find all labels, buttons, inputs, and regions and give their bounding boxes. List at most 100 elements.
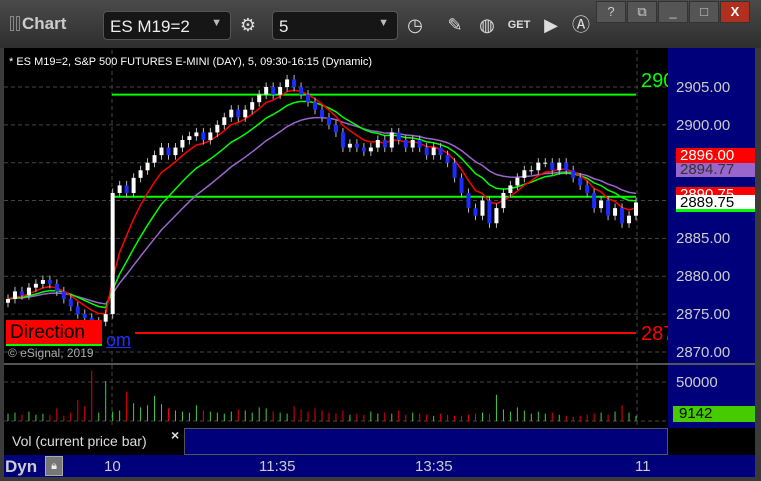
candle-body <box>61 291 66 299</box>
candle-body <box>12 291 17 299</box>
price-tick: 2880.00 <box>676 268 731 285</box>
price-tick: 2905.00 <box>676 79 731 96</box>
candle-body <box>382 139 387 148</box>
candle-body <box>110 192 115 315</box>
moving-average-line <box>7 89 637 315</box>
candle-body <box>333 124 338 133</box>
candle-body <box>236 109 241 118</box>
purple-price-tag: 2894.77 <box>676 162 755 177</box>
price-tick: 2875.00 <box>676 306 731 323</box>
line-label-top: 290 <box>641 70 668 92</box>
volume-last-tag: 9142 <box>673 406 755 422</box>
line-label-bottom: 287 <box>641 323 668 345</box>
candle-body <box>445 155 450 163</box>
candle-body <box>229 109 234 118</box>
candle-body <box>326 117 331 125</box>
candle-body <box>166 147 171 156</box>
candle-body <box>585 185 590 193</box>
lock-icon[interactable]: 🔒︎ <box>45 456 63 476</box>
candle-body <box>564 162 569 171</box>
candle-body <box>103 314 108 322</box>
candle-body <box>215 124 220 133</box>
last-price-tag: 2889.75 <box>676 195 755 212</box>
candle-body <box>285 79 290 87</box>
candle-body <box>403 139 408 148</box>
volume-legend-text: Vol (current price bar) <box>12 433 147 449</box>
candle-body <box>271 87 276 95</box>
volume-tick: 50000 <box>676 374 718 391</box>
candle-body <box>159 147 164 156</box>
candle-body <box>222 117 227 125</box>
candle-body <box>634 202 638 216</box>
time-label: 11:35 <box>259 458 296 475</box>
candle-body <box>536 162 541 171</box>
close-icon[interactable]: × <box>171 427 179 443</box>
time-label: 10 <box>104 458 121 475</box>
time-label: 11 <box>635 458 651 475</box>
legend-bar <box>184 428 668 455</box>
candle-body <box>550 162 555 171</box>
candle-body <box>173 147 178 156</box>
candle-body <box>452 162 457 178</box>
candle-body <box>417 139 422 148</box>
candle-body <box>75 306 80 315</box>
candle-body <box>578 177 583 186</box>
candle-body <box>515 177 520 186</box>
candle-body <box>19 291 24 296</box>
price-tick: 2900.00 <box>676 117 731 134</box>
candle-body <box>494 208 499 224</box>
time-label: 13:35 <box>415 458 453 475</box>
candle-body <box>54 283 59 292</box>
candle-body <box>320 109 324 118</box>
candle-body <box>410 139 415 148</box>
volume-legend: Vol (current price bar) <box>4 428 184 455</box>
candle-body <box>375 139 380 148</box>
candle-body <box>194 132 199 137</box>
candle-body <box>389 132 394 148</box>
candle-body <box>292 79 297 87</box>
candle-body <box>431 147 436 156</box>
candle-body <box>6 298 10 303</box>
candle-body <box>522 170 527 178</box>
candle-body <box>613 208 618 216</box>
candle-body <box>473 208 478 216</box>
candle-body <box>82 314 87 318</box>
dyn-button[interactable]: Dyn <box>5 457 37 477</box>
candle-body <box>278 87 283 95</box>
candle-body <box>599 200 604 209</box>
candle-body <box>620 208 625 224</box>
candle-body <box>299 87 304 95</box>
candle-body <box>187 136 192 140</box>
candle-body <box>459 177 464 193</box>
candle-body <box>26 287 31 296</box>
candle-body <box>361 147 366 152</box>
candle-body <box>243 109 248 118</box>
candle-body <box>201 132 206 140</box>
candle-body <box>47 280 52 284</box>
candle-body <box>508 185 513 193</box>
candle-body <box>627 215 632 224</box>
candle-body <box>180 139 185 148</box>
chart-header: * ES M19=2, S&P 500 FUTURES E-MINI (DAY)… <box>9 56 373 68</box>
candle-body <box>368 147 373 152</box>
candle-body <box>117 185 122 193</box>
candle-body <box>529 170 534 172</box>
candle-body <box>501 192 506 209</box>
copyright: © eSignal, 2019 <box>8 346 94 360</box>
candle-body <box>145 162 150 171</box>
candle-body <box>347 143 352 148</box>
candle-body <box>424 147 429 156</box>
red-price-tag: 2896.00 <box>676 148 755 163</box>
pane-divider[interactable] <box>4 363 755 365</box>
candle-body <box>354 143 359 148</box>
candle-body <box>40 280 45 284</box>
candle-body <box>124 185 129 193</box>
candle-body <box>152 155 157 163</box>
candle-body <box>250 102 255 110</box>
price-tick: 2885.00 <box>676 230 731 247</box>
partial-link[interactable]: om <box>106 330 131 351</box>
price-tick: 2870.00 <box>676 344 731 361</box>
candle-body <box>257 94 262 103</box>
candle-body <box>396 132 401 140</box>
candle-body <box>592 192 597 209</box>
